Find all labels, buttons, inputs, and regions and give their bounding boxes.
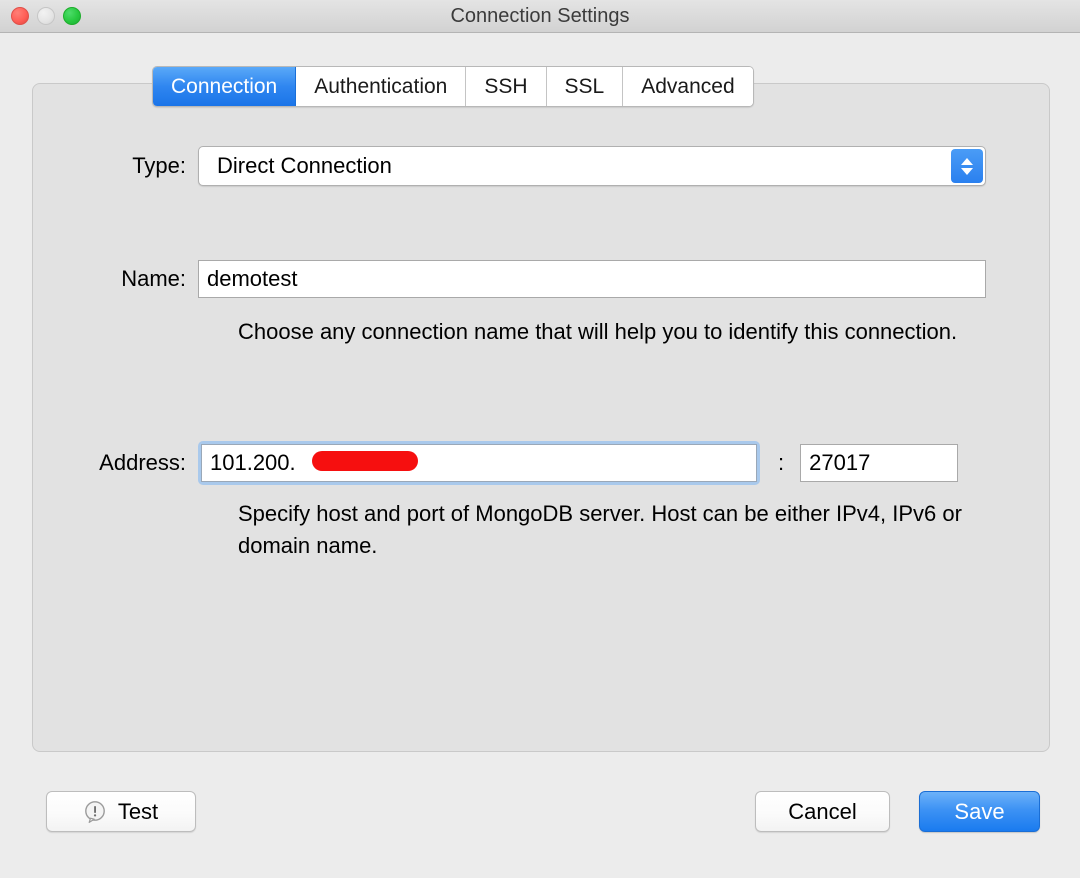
address-row: Address: 101.200. : 27017 bbox=[33, 441, 958, 485]
tab-advanced[interactable]: Advanced bbox=[623, 67, 752, 106]
tab-ssh[interactable]: SSH bbox=[466, 67, 546, 106]
cancel-button[interactable]: Cancel bbox=[755, 791, 890, 832]
test-button[interactable]: Test bbox=[46, 791, 196, 832]
tab-connection[interactable]: Connection bbox=[153, 67, 296, 106]
port-input[interactable]: 27017 bbox=[800, 444, 958, 482]
port-input-value: 27017 bbox=[809, 450, 870, 476]
address-helper-text: Specify host and port of MongoDB server.… bbox=[238, 498, 1028, 562]
type-label: Type: bbox=[33, 153, 198, 179]
address-port-separator: : bbox=[778, 450, 784, 476]
stepper-arrows-icon[interactable] bbox=[951, 149, 983, 183]
address-input-focus-ring: 101.200. bbox=[198, 441, 760, 485]
tab-bar: Connection Authentication SSH SSL Advanc… bbox=[152, 66, 754, 107]
alert-bubble-icon bbox=[84, 801, 108, 823]
type-select-value: Direct Connection bbox=[217, 153, 392, 179]
save-button[interactable]: Save bbox=[919, 791, 1040, 832]
name-label: Name: bbox=[33, 266, 198, 292]
type-select[interactable]: Direct Connection bbox=[198, 146, 986, 186]
title-bar: Connection Settings bbox=[0, 0, 1080, 33]
address-input[interactable]: 101.200. bbox=[201, 444, 757, 482]
address-label: Address: bbox=[33, 450, 198, 476]
redaction-mark bbox=[312, 451, 418, 471]
name-input-value: demotest bbox=[207, 266, 298, 292]
tab-authentication[interactable]: Authentication bbox=[296, 67, 466, 106]
address-input-value: 101.200. bbox=[210, 450, 296, 476]
window-title: Connection Settings bbox=[0, 0, 1080, 32]
chevron-down-icon bbox=[961, 168, 973, 175]
tab-ssl[interactable]: SSL bbox=[547, 67, 624, 106]
name-helper-text: Choose any connection name that will hel… bbox=[238, 316, 1028, 348]
test-button-label: Test bbox=[118, 799, 158, 825]
connection-panel: Type: Direct Connection Name: demotest C… bbox=[32, 83, 1050, 752]
type-row: Type: Direct Connection bbox=[33, 146, 986, 186]
name-input[interactable]: demotest bbox=[198, 260, 986, 298]
name-row: Name: demotest bbox=[33, 260, 986, 298]
chevron-up-icon bbox=[961, 158, 973, 165]
connection-settings-window: Connection Settings Connection Authentic… bbox=[0, 0, 1080, 878]
